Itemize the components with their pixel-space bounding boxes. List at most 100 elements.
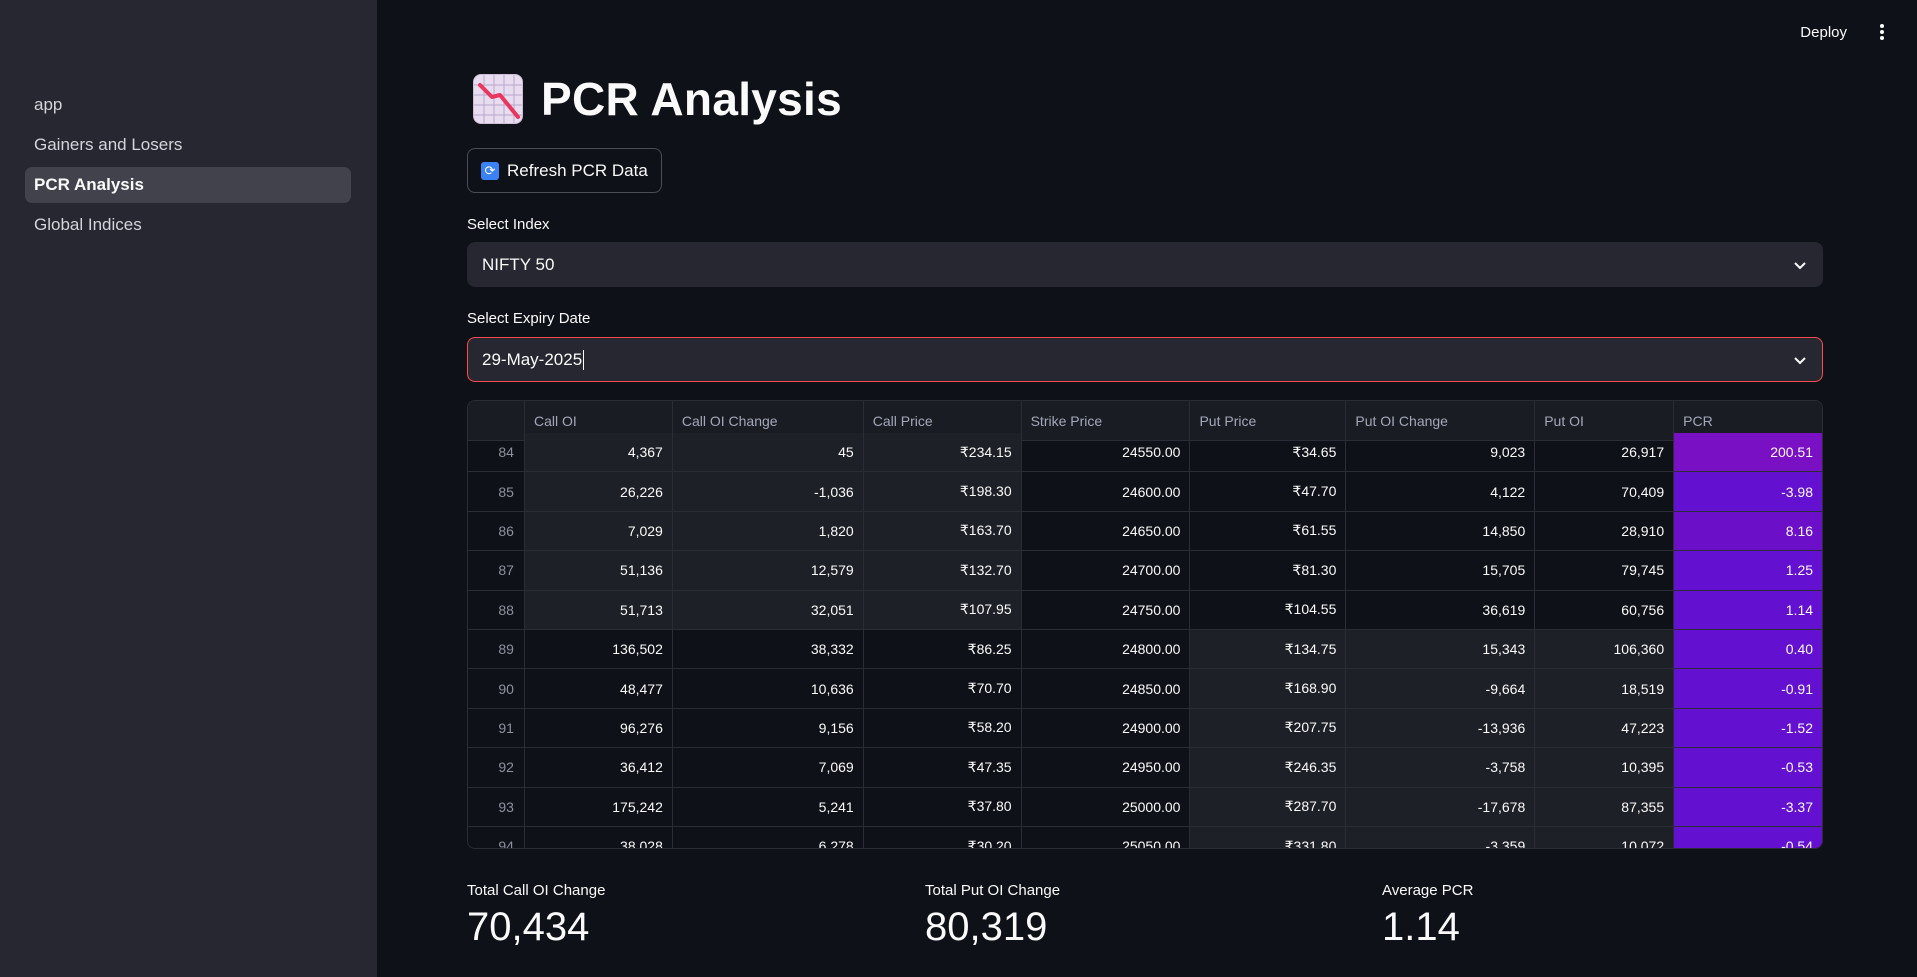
table-cell[interactable]: 51,713 — [524, 590, 673, 629]
table-cell[interactable]: ₹168.90 — [1190, 669, 1347, 708]
table-row[interactable]: 87 51,136 12,579 ₹132.70 24700.00 ₹81.30 15,70… — [468, 551, 1822, 591]
table-cell[interactable]: 4,367 — [524, 433, 673, 472]
table-cell[interactable]: -3,359 — [1346, 826, 1536, 848]
table-row[interactable]: 91 96,276 9,156 ₹58.20 24900.00 ₹207.75 -13,93… — [468, 708, 1822, 749]
table-row[interactable]: 89 136,502 38,332 ₹86.25 24800.00 ₹134.75 15,3… — [468, 629, 1822, 670]
table-cell[interactable]: 38,332 — [673, 629, 864, 669]
table-cell[interactable]: 25050.00 — [1022, 826, 1191, 848]
table-cell[interactable]: 15,705 — [1346, 551, 1536, 590]
expiry-date-select[interactable]: 29-May-2025 — [467, 337, 1823, 382]
deploy-button[interactable]: Deploy — [1800, 24, 1847, 41]
table-cell[interactable]: -0.53 — [1674, 748, 1822, 787]
table-cell[interactable]: ₹61.55 — [1190, 511, 1347, 551]
table-cell[interactable]: 106,360 — [1535, 629, 1675, 669]
table-cell[interactable]: ₹47.35 — [864, 748, 1022, 787]
table-cell[interactable]: 7,069 — [673, 748, 864, 787]
sidebar-item-app[interactable]: app — [25, 87, 351, 123]
table-cell[interactable]: ₹81.30 — [1190, 551, 1347, 590]
table-cell[interactable]: 79,745 — [1535, 551, 1675, 590]
table-cell[interactable]: ₹246.35 — [1190, 748, 1347, 787]
table-cell[interactable]: 28,910 — [1535, 511, 1675, 551]
table-cell[interactable]: -3.37 — [1674, 787, 1822, 826]
table-row[interactable]: 88 51,713 32,051 ₹107.95 24750.00 ₹104.55 36,6… — [468, 590, 1822, 630]
table-cell[interactable]: ₹30.20 — [864, 826, 1022, 848]
table-cell[interactable]: 4,122 — [1346, 472, 1536, 511]
table-cell[interactable]: 24550.00 — [1022, 433, 1191, 472]
table-cell[interactable]: 36,412 — [525, 748, 673, 787]
table-cell[interactable]: 10,072 — [1535, 826, 1675, 848]
table-cell[interactable]: 24700.00 — [1022, 551, 1191, 590]
table-cell[interactable]: 14,850 — [1346, 511, 1536, 551]
table-cell[interactable]: 51,136 — [524, 551, 673, 590]
refresh-pcr-data-button[interactable]: ⟳ Refresh PCR Data — [467, 148, 662, 193]
table-cell[interactable]: ₹47.70 — [1190, 472, 1347, 511]
table-cell[interactable]: 1,820 — [672, 511, 864, 551]
table-cell[interactable]: -17,678 — [1346, 787, 1536, 826]
table-cell[interactable]: 32,051 — [672, 590, 864, 629]
table-cell[interactable]: 10,636 — [673, 669, 864, 708]
table-cell[interactable]: 175,242 — [525, 787, 673, 826]
table-cell[interactable]: 1.14 — [1674, 590, 1822, 629]
table-cell[interactable]: 0.40 — [1674, 629, 1822, 669]
table-row[interactable]: 93 175,242 5,241 ₹37.80 25000.00 ₹287.70 -17,6… — [468, 787, 1822, 827]
table-cell[interactable]: 5,241 — [673, 787, 864, 826]
table-cell[interactable]: 38,028 — [525, 826, 673, 848]
table-cell[interactable]: ₹132.70 — [863, 551, 1022, 590]
sidebar-item-global-indices[interactable]: Global Indices — [25, 207, 351, 243]
table-cell[interactable]: 25000.00 — [1022, 787, 1191, 826]
table-cell[interactable]: 12,579 — [672, 551, 864, 590]
table-cell[interactable]: ₹104.55 — [1190, 590, 1347, 629]
table-cell[interactable]: ₹58.20 — [864, 708, 1022, 748]
table-cell[interactable]: 8.16 — [1674, 511, 1822, 551]
table-row[interactable]: 84 4,367 45 ₹234.15 24550.00 ₹34.65 9,023 26,91… — [468, 433, 1822, 473]
index-select[interactable]: NIFTY 50 — [467, 242, 1823, 287]
sidebar-item-pcr-analysis[interactable]: PCR Analysis — [25, 167, 351, 203]
table-cell[interactable]: ₹37.80 — [864, 787, 1022, 826]
table-cell[interactable]: -0.54 — [1674, 826, 1822, 848]
table-cell[interactable]: -3.98 — [1674, 472, 1822, 511]
table-cell[interactable]: ₹34.65 — [1190, 433, 1347, 472]
table-cell[interactable]: 9,156 — [673, 708, 864, 748]
pcr-data-table[interactable]: Call OI Call OI Change Call Price Strike Pr… — [467, 400, 1823, 849]
table-cell[interactable]: ₹163.70 — [863, 511, 1022, 551]
table-cell[interactable]: 96,276 — [525, 708, 673, 748]
table-row[interactable]: 92 36,412 7,069 ₹47.35 24950.00 ₹246.35 -3,758… — [468, 748, 1822, 788]
table-cell[interactable]: ₹287.70 — [1190, 787, 1347, 826]
table-cell[interactable]: 60,756 — [1535, 590, 1675, 629]
main-menu-icon[interactable] — [1873, 22, 1891, 42]
table-cell[interactable]: 10,395 — [1535, 748, 1675, 787]
table-cell[interactable]: 18,519 — [1535, 669, 1675, 708]
table-cell[interactable]: -0.91 — [1674, 669, 1822, 708]
table-cell[interactable]: 9,023 — [1346, 433, 1536, 472]
table-cell[interactable]: ₹234.15 — [863, 433, 1022, 472]
table-cell[interactable]: 26,226 — [524, 472, 673, 511]
table-cell[interactable]: 24850.00 — [1022, 669, 1191, 708]
table-cell[interactable]: -1,036 — [672, 472, 864, 511]
table-cell[interactable]: ₹207.75 — [1190, 708, 1347, 748]
table-cell[interactable]: ₹70.70 — [864, 669, 1022, 708]
table-cell[interactable]: 24650.00 — [1022, 511, 1191, 551]
table-cell[interactable]: ₹134.75 — [1190, 629, 1347, 669]
table-cell[interactable]: 26,917 — [1535, 433, 1675, 472]
table-cell[interactable]: 24800.00 — [1022, 629, 1191, 669]
sidebar-item-gainers-and-losers[interactable]: Gainers and Losers — [25, 127, 351, 163]
table-cell[interactable]: 24950.00 — [1022, 748, 1191, 787]
table-row[interactable]: 85 26,226 -1,036 ₹198.30 24600.00 ₹47.70 4,122… — [468, 472, 1822, 512]
table-cell[interactable]: 200.51 — [1674, 433, 1822, 472]
table-row[interactable]: 90 48,477 10,636 ₹70.70 24850.00 ₹168.90 -9,66… — [468, 669, 1822, 709]
table-cell[interactable]: ₹198.30 — [863, 472, 1022, 511]
table-cell[interactable]: -1.52 — [1674, 708, 1822, 748]
table-cell[interactable]: 1.25 — [1674, 551, 1822, 590]
table-cell[interactable]: ₹331.80 — [1190, 826, 1347, 848]
table-cell[interactable]: 7,029 — [524, 511, 673, 551]
table-cell[interactable]: 45 — [672, 433, 864, 472]
table-cell[interactable]: 47,223 — [1535, 708, 1675, 748]
table-row[interactable]: 86 7,029 1,820 ₹163.70 24650.00 ₹61.55 14,850 2… — [468, 511, 1822, 552]
table-cell[interactable]: 24900.00 — [1022, 708, 1191, 748]
table-cell[interactable]: -9,664 — [1346, 669, 1536, 708]
table-cell[interactable]: 70,409 — [1535, 472, 1675, 511]
table-cell[interactable]: -3,758 — [1346, 748, 1536, 787]
table-cell[interactable]: 15,343 — [1346, 629, 1536, 669]
table-cell[interactable]: 48,477 — [525, 669, 673, 708]
table-cell[interactable]: 36,619 — [1346, 590, 1536, 629]
